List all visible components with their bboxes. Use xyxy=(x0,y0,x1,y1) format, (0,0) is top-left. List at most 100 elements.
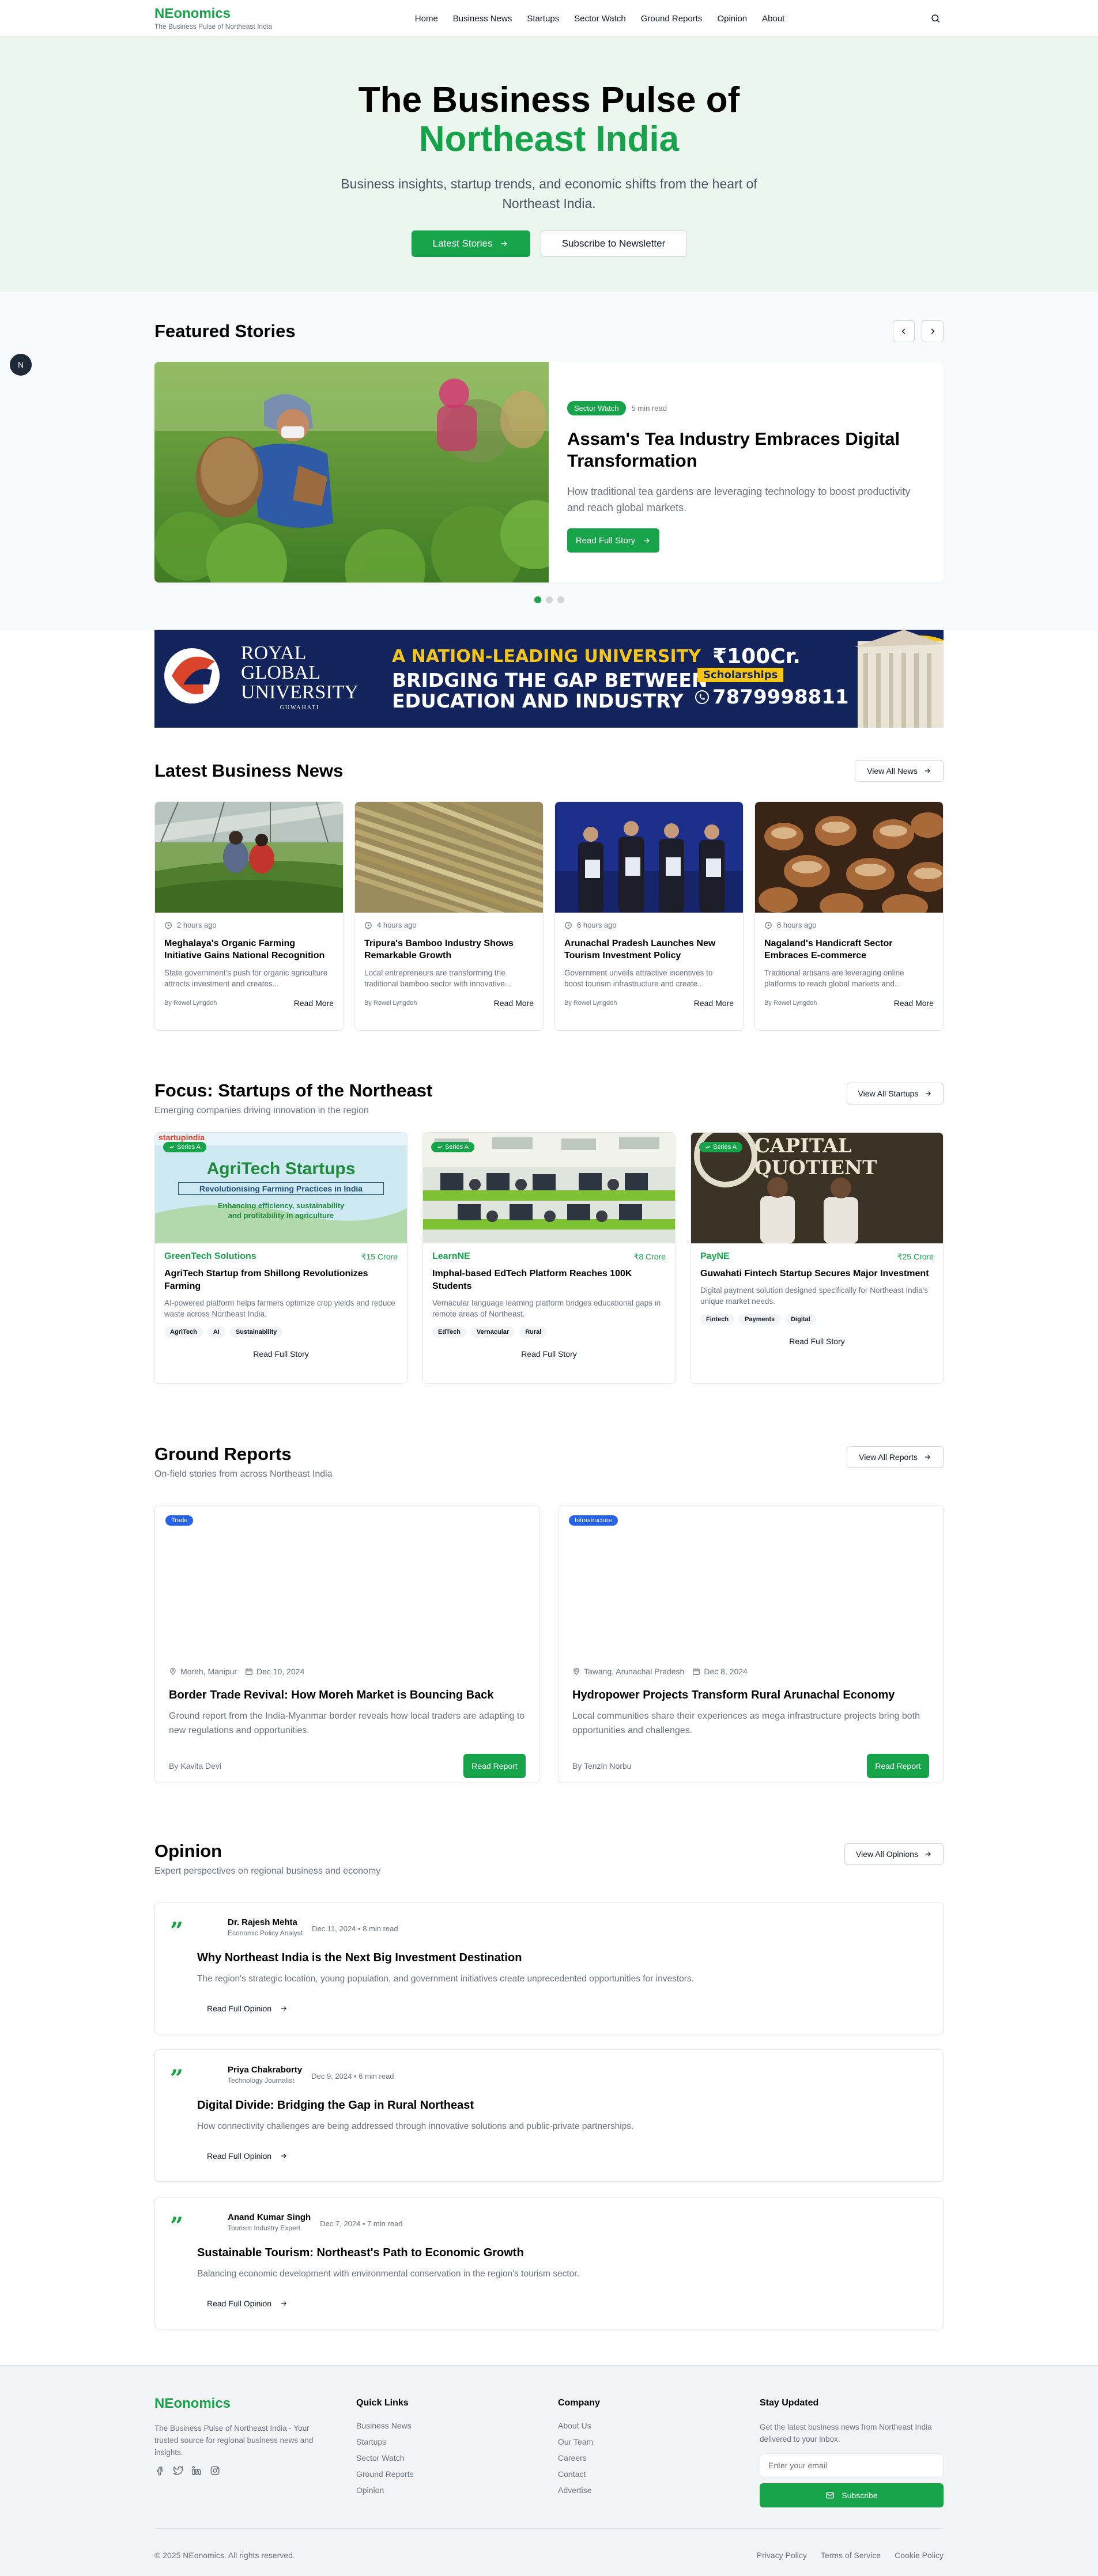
opinion-author[interactable]: Priya Chakraborty xyxy=(228,2065,302,2075)
footer-link-advertise[interactable]: Advertise xyxy=(558,2486,760,2495)
nav-ground-reports[interactable]: Ground Reports xyxy=(641,14,703,24)
nav-home[interactable]: Home xyxy=(415,14,438,24)
view-all-startups-button[interactable]: View All Startups xyxy=(847,1083,944,1104)
ground-report-card[interactable]: Infrastructure Tawang, Arunachal Pradesh… xyxy=(558,1505,944,1783)
news-title[interactable]: Meghalaya's Organic Farming Initiative G… xyxy=(164,937,334,962)
footer-logo[interactable]: NEonomics xyxy=(154,2396,356,2412)
startup-tag[interactable]: Fintech xyxy=(700,1314,735,1325)
read-full-opinion-link[interactable]: Read Full Opinion xyxy=(207,2151,288,2161)
linkedin-icon[interactable] xyxy=(191,2465,202,2476)
footer-link-opinion[interactable]: Opinion xyxy=(356,2486,558,2495)
report-category-badge[interactable]: Trade xyxy=(165,1515,194,1526)
startup-card[interactable]: Series A LearnNE ₹8 Crore Imphal-based E… xyxy=(422,1132,676,1384)
read-report-button[interactable]: Read Report xyxy=(867,1754,929,1778)
startup-tag[interactable]: Payments xyxy=(739,1314,781,1325)
nav-about[interactable]: About xyxy=(762,14,784,24)
terms-of-service-link[interactable]: Terms of Service xyxy=(821,2551,881,2560)
report-title[interactable]: Hydropower Projects Transform Rural Arun… xyxy=(572,1689,929,1702)
featured-story-card[interactable]: Sector Watch 5 min read Assam's Tea Indu… xyxy=(154,362,944,582)
search-button[interactable] xyxy=(927,10,944,27)
read-full-story-link[interactable]: Read Full Story xyxy=(700,1337,934,1346)
brand-name[interactable]: NEonomics xyxy=(154,6,272,21)
startup-title[interactable]: Imphal-based EdTech Platform Reaches 100… xyxy=(432,1268,666,1293)
privacy-policy-link[interactable]: Privacy Policy xyxy=(757,2551,807,2560)
carousel-dot-2[interactable] xyxy=(545,596,553,603)
opinion-card[interactable]: ” Dr. Rajesh Mehta Economic Policy Analy… xyxy=(154,1902,944,2034)
footer-link-sector-watch[interactable]: Sector Watch xyxy=(356,2453,558,2462)
view-all-news-button[interactable]: View All News xyxy=(855,760,944,782)
startup-tag[interactable]: Rural xyxy=(519,1326,548,1338)
startup-card[interactable]: CAPITAL QUOTIENT Series A PayNE ₹25 Cror… xyxy=(691,1132,944,1384)
featured-title[interactable]: Assam's Tea Industry Embraces Digital Tr… xyxy=(567,428,918,472)
startup-tag[interactable]: Digital xyxy=(785,1314,816,1325)
opinion-author[interactable]: Anand Kumar Singh xyxy=(228,2212,311,2222)
opinion-author[interactable]: Dr. Rajesh Mehta xyxy=(228,1917,303,1927)
nav-sector-watch[interactable]: Sector Watch xyxy=(574,14,625,24)
footer-link-about-us[interactable]: About Us xyxy=(558,2421,760,2430)
read-full-opinion-link[interactable]: Read Full Opinion xyxy=(207,2299,288,2308)
instagram-icon[interactable] xyxy=(210,2465,220,2476)
report-title[interactable]: Border Trade Revival: How Moreh Market i… xyxy=(169,1689,526,1702)
news-card[interactable]: 8 hours ago Nagaland's Handicraft Sector… xyxy=(754,801,944,1031)
nav-opinion[interactable]: Opinion xyxy=(717,14,747,24)
read-more-link[interactable]: Read More xyxy=(694,998,734,1008)
ad-phone[interactable]: 7879998811 xyxy=(712,686,849,709)
cookie-policy-link[interactable]: Cookie Policy xyxy=(895,2551,944,2560)
startup-card[interactable]: startupindia AgriTech Startups Revolutio… xyxy=(154,1132,407,1384)
twitter-icon[interactable] xyxy=(173,2465,183,2476)
read-full-story-link[interactable]: Read Full Story xyxy=(164,1349,398,1359)
carousel-next-button[interactable] xyxy=(922,320,944,342)
footer-link-careers[interactable]: Careers xyxy=(558,2453,760,2462)
footer-link-startups[interactable]: Startups xyxy=(356,2437,558,2446)
view-all-reports-button[interactable]: View All Reports xyxy=(847,1446,944,1468)
latest-stories-button[interactable]: Latest Stories xyxy=(411,230,530,257)
nav-business-news[interactable]: Business News xyxy=(453,14,512,24)
read-report-button[interactable]: Read Report xyxy=(463,1754,526,1778)
opinion-headline[interactable]: Why Northeast India is the Next Big Inve… xyxy=(197,1951,522,1965)
read-more-link[interactable]: Read More xyxy=(294,998,334,1008)
news-card[interactable]: 4 hours ago Tripura's Bamboo Industry Sh… xyxy=(354,801,544,1031)
news-card[interactable]: 6 hours ago Arunachal Pradesh Launches N… xyxy=(554,801,744,1031)
startup-image-logo: startupindia xyxy=(159,1133,205,1142)
floating-avatar[interactable]: N xyxy=(10,354,32,376)
subscribe-button[interactable]: Subscribe xyxy=(760,2483,944,2507)
startup-title[interactable]: AgriTech Startup from Shillong Revolutio… xyxy=(164,1268,398,1293)
read-more-link[interactable]: Read More xyxy=(894,998,934,1008)
startup-tag[interactable]: AI xyxy=(207,1326,225,1338)
brand-logo[interactable]: NEonomics The Business Pulse of Northeas… xyxy=(154,6,272,31)
startup-tag[interactable]: Sustainability xyxy=(229,1326,283,1338)
startup-title[interactable]: Guwahati Fintech Startup Secures Major I… xyxy=(700,1268,934,1280)
news-title[interactable]: Arunachal Pradesh Launches New Tourism I… xyxy=(564,937,734,962)
carousel-dot-1[interactable] xyxy=(534,596,541,603)
view-all-opinions-button[interactable]: View All Opinions xyxy=(844,1843,944,1865)
facebook-icon[interactable] xyxy=(154,2465,165,2476)
read-full-opinion-link[interactable]: Read Full Opinion xyxy=(207,2004,288,2013)
news-title[interactable]: Tripura's Bamboo Industry Shows Remarkab… xyxy=(364,937,534,962)
news-card[interactable]: 2 hours ago Meghalaya's Organic Farming … xyxy=(154,801,344,1031)
nav-startups[interactable]: Startups xyxy=(527,14,559,24)
footer-link-contact[interactable]: Contact xyxy=(558,2469,760,2479)
carousel-prev-button[interactable] xyxy=(893,320,915,342)
startup-tag[interactable]: EdTech xyxy=(432,1326,466,1338)
read-full-story-button[interactable]: Read Full Story xyxy=(567,528,659,553)
footer-link-ground-reports[interactable]: Ground Reports xyxy=(356,2469,558,2479)
opinion-card[interactable]: ” Anand Kumar Singh Tourism Industry Exp… xyxy=(154,2197,944,2329)
news-title[interactable]: Nagaland's Handicraft Sector Embraces E-… xyxy=(764,937,934,962)
featured-category-badge[interactable]: Sector Watch xyxy=(567,401,626,415)
footer-link-business-news[interactable]: Business News xyxy=(356,2421,558,2430)
startup-tag[interactable]: Vernacular xyxy=(470,1326,515,1338)
opinion-section: Opinion Expert perspectives on regional … xyxy=(0,1806,1098,2357)
email-input[interactable] xyxy=(760,2453,944,2477)
ground-report-card[interactable]: Trade Moreh, Manipur Dec 10, 2024 Border… xyxy=(154,1505,540,1783)
startup-tag[interactable]: AgriTech xyxy=(164,1326,203,1338)
carousel-dot-3[interactable] xyxy=(557,596,564,603)
opinion-headline[interactable]: Sustainable Tourism: Northeast's Path to… xyxy=(197,2246,524,2260)
footer-link-our-team[interactable]: Our Team xyxy=(558,2437,760,2446)
ad-banner[interactable]: ROYAL GLOBAL UNIVERSITY GUWAHATI A NATIO… xyxy=(154,630,944,728)
read-more-link[interactable]: Read More xyxy=(494,998,534,1008)
opinion-card[interactable]: ” Priya Chakraborty Technology Journalis… xyxy=(154,2049,944,2182)
opinion-headline[interactable]: Digital Divide: Bridging the Gap in Rura… xyxy=(197,2099,474,2112)
report-category-badge[interactable]: Infrastructure xyxy=(569,1515,618,1526)
subscribe-newsletter-button[interactable]: Subscribe to Newsletter xyxy=(540,230,687,257)
read-full-story-link[interactable]: Read Full Story xyxy=(432,1349,666,1359)
